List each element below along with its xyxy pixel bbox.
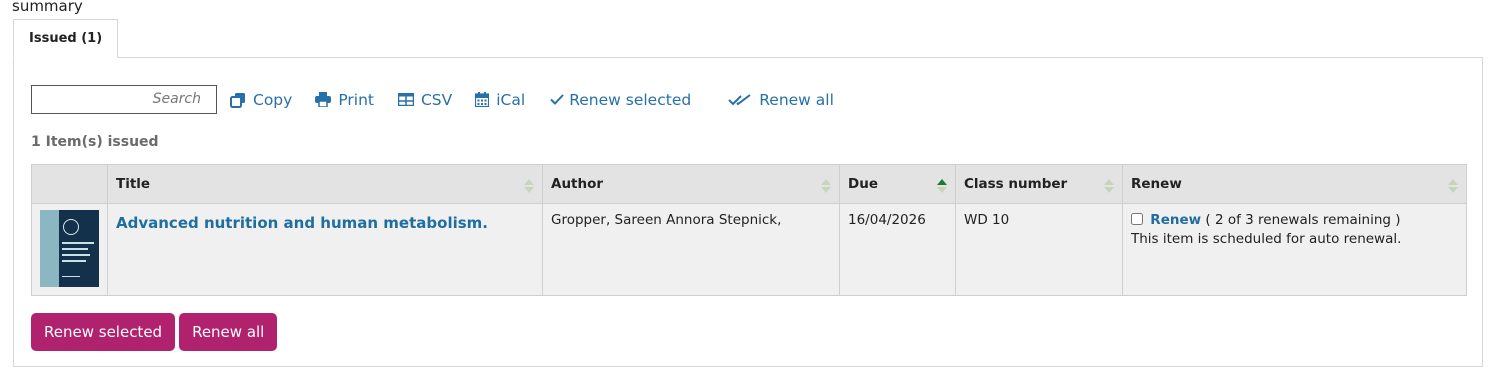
renew-selected-button[interactable]: Renew selected (31, 313, 176, 351)
ical-label: iCal (496, 90, 526, 109)
table-row: Advanced nutrition and human metabolism.… (31, 203, 1467, 296)
renewals-remaining-text: ( 2 of 3 renewals remaining ) (1205, 212, 1401, 228)
print-icon (315, 92, 332, 107)
sort-icon (1448, 179, 1458, 193)
column-header-title[interactable]: Title (107, 164, 543, 204)
csv-button[interactable]: CSV (397, 90, 453, 109)
copy-label: Copy (253, 90, 293, 109)
column-header-due[interactable]: Due (839, 164, 956, 204)
class-number-text: WD 10 (964, 212, 1010, 228)
renew-all-label: Renew all (759, 90, 834, 109)
title-link[interactable]: Advanced nutrition and human metabolism. (116, 214, 488, 232)
issues-table: Title Author Due Class number Renew Adva… (31, 164, 1467, 296)
tab-panel-issued: Copy Print CSV (13, 57, 1483, 367)
search-input[interactable] (31, 85, 217, 114)
calendar-icon (475, 92, 490, 107)
sort-ascending-icon (937, 179, 947, 193)
column-header-title-label: Title (116, 176, 151, 192)
book-cover-icon[interactable] (40, 210, 99, 287)
column-header-renew-label: Renew (1131, 176, 1182, 192)
print-label: Print (338, 90, 374, 109)
table-icon (397, 93, 414, 106)
ical-button[interactable]: iCal (475, 91, 525, 109)
table-header-row: Title Author Due Class number Renew (31, 164, 1467, 204)
renew-selected-link[interactable]: Renew selected (550, 91, 691, 109)
renew-checkbox[interactable] (1131, 213, 1143, 225)
renew-all-button[interactable]: Renew all (179, 313, 278, 351)
due-cell: 16/04/2026 (839, 203, 956, 296)
column-header-author[interactable]: Author (542, 164, 840, 204)
due-date-text: 16/04/2026 (848, 212, 926, 228)
sort-icon (524, 179, 534, 193)
renew-selected-label: Renew selected (569, 90, 692, 109)
double-check-icon (728, 93, 751, 105)
author-text: Gropper, Sareen Annora Stepnick, (551, 212, 782, 228)
check-icon (550, 94, 564, 105)
renew-cell: Renew ( 2 of 3 renewals remaining ) This… (1122, 203, 1467, 296)
title-cell: Advanced nutrition and human metabolism. (107, 203, 543, 296)
column-header-renew[interactable]: Renew (1122, 164, 1467, 204)
action-buttons: Renew selected Renew all (31, 313, 281, 351)
csv-label: CSV (420, 90, 453, 109)
renew-all-link[interactable]: Renew all (728, 91, 834, 109)
sort-icon (1104, 179, 1114, 193)
print-button[interactable]: Print (315, 91, 374, 109)
tab-issued[interactable]: Issued (1) (13, 19, 119, 58)
sort-icon (821, 179, 831, 193)
auto-renew-note: This item is scheduled for auto renewal. (1131, 231, 1402, 247)
column-header-cover (31, 164, 108, 204)
column-header-class-number-label: Class number (964, 176, 1068, 192)
items-issued-count: 1 Item(s) issued (31, 134, 159, 150)
cover-cell (31, 203, 108, 296)
author-cell: Gropper, Sareen Annora Stepnick, (542, 203, 840, 296)
column-header-due-label: Due (848, 176, 878, 192)
column-header-author-label: Author (551, 176, 604, 192)
copy-icon (230, 92, 245, 108)
renew-link[interactable]: Renew (1150, 212, 1201, 228)
copy-button[interactable]: Copy (230, 91, 292, 109)
page-heading: summary (12, 0, 83, 15)
column-header-class-number[interactable]: Class number (955, 164, 1123, 204)
class-number-cell: WD 10 (955, 203, 1123, 296)
tab-bar: Issued (1) (13, 19, 119, 58)
table-toolbar: Copy Print CSV (31, 85, 834, 114)
